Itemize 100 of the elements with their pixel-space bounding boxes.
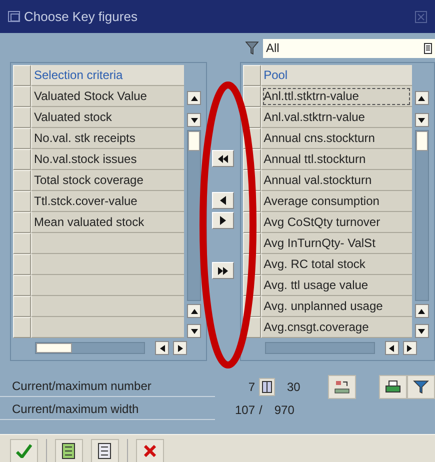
window-title: Choose Key figures	[24, 8, 138, 26]
arrow-down-icon	[190, 116, 199, 124]
scrollbar-track[interactable]	[414, 130, 429, 301]
scrollbar-thumb[interactable]	[188, 131, 200, 151]
column-header[interactable]: Pool	[260, 65, 412, 86]
counter-label: Current/maximum number	[0, 376, 215, 397]
cancel-button[interactable]	[136, 439, 164, 462]
arrow-left-icon	[220, 196, 226, 205]
header-selector[interactable]	[13, 65, 31, 86]
table-cell[interactable]: No.val.stock issues	[31, 149, 184, 170]
table-cell[interactable]: Valuated stock	[31, 107, 184, 128]
scroll-up-button[interactable]	[187, 304, 202, 318]
counter-value: 970	[274, 402, 294, 418]
scroll-down-button[interactable]	[414, 113, 429, 127]
arrow-left-icon	[158, 344, 166, 352]
confirm-button[interactable]	[10, 439, 38, 462]
row-selector[interactable]	[13, 212, 31, 233]
move-all-right-button[interactable]	[212, 262, 234, 279]
column-header[interactable]: Selection criteria	[31, 65, 184, 86]
counter-value: 30	[287, 378, 300, 396]
counter-value: 107	[234, 402, 255, 418]
scroll-right-button[interactable]	[402, 341, 417, 355]
table-cell[interactable]: Anl.ttl.stktrn-value	[260, 86, 412, 107]
table-cell[interactable]: Avg. ttl usage value	[260, 275, 412, 296]
layout-icon	[334, 380, 350, 394]
counter-label: Current/maximum width	[0, 399, 215, 420]
row-selector[interactable]	[13, 233, 31, 254]
scroll-down-button[interactable]	[187, 113, 202, 127]
row-selector[interactable]	[13, 128, 31, 149]
table-cell[interactable]: Mean valuated stock	[31, 212, 184, 233]
scrollbar-thumb[interactable]	[36, 343, 72, 353]
move-all-left-button[interactable]	[212, 150, 234, 167]
table-cell[interactable]: Avg. unplanned usage	[260, 296, 412, 317]
arrow-up-icon	[190, 306, 199, 316]
move-left-button[interactable]	[212, 192, 234, 209]
scroll-up-button[interactable]	[414, 304, 429, 318]
table-cell[interactable]: Average consumption	[260, 191, 412, 212]
arrow-down-icon	[417, 116, 426, 124]
row-selector[interactable]	[242, 86, 261, 107]
printer-icon	[385, 380, 401, 394]
row-selector[interactable]	[13, 107, 31, 128]
deselect-all-button[interactable]	[91, 439, 119, 462]
arrow-right-icon	[220, 216, 226, 225]
filter-icon	[413, 380, 429, 394]
row-selector[interactable]	[13, 191, 31, 212]
arrow-up-icon	[417, 306, 426, 316]
layout-button[interactable]	[328, 374, 356, 398]
header-selector[interactable]	[242, 65, 261, 86]
window-icon	[8, 11, 20, 22]
table-cell[interactable]: Annual cns.stockturn	[260, 128, 412, 149]
scroll-down-button[interactable]	[414, 324, 429, 338]
scroll-down-button[interactable]	[187, 324, 202, 338]
column-width-button[interactable]	[259, 378, 275, 396]
row-selector[interactable]	[13, 86, 31, 107]
row-selector[interactable]	[13, 254, 31, 275]
filter-field[interactable]: All	[263, 38, 435, 58]
table-cell[interactable]: Annual val.stockturn	[260, 170, 412, 191]
row-selector[interactable]	[13, 296, 31, 317]
arrow-down-icon	[190, 326, 199, 336]
list-icon	[62, 443, 76, 459]
scroll-up-button[interactable]	[187, 91, 202, 105]
scroll-left-button[interactable]	[384, 341, 399, 355]
checkmark-icon	[16, 444, 32, 458]
list-icon	[98, 443, 112, 459]
counter-value: 7	[247, 378, 255, 396]
filter-button[interactable]	[407, 374, 435, 398]
scroll-left-button[interactable]	[155, 341, 169, 355]
table-cell[interactable]: Avg CoStQty turnover	[260, 212, 412, 233]
scroll-right-button[interactable]	[173, 341, 187, 355]
table-cell[interactable]: Ttl.stck.cover-value	[31, 191, 184, 212]
select-all-button[interactable]	[55, 439, 83, 462]
row-selector[interactable]	[13, 275, 31, 296]
row-selector[interactable]	[13, 170, 31, 191]
arrow-right-icon	[176, 344, 184, 352]
table-cell[interactable]: Annual ttl.stockturn	[260, 149, 412, 170]
arrow-right-icon	[405, 344, 414, 352]
table-cell[interactable]: Valuated Stock Value	[31, 86, 184, 107]
scrollbar-thumb[interactable]	[416, 131, 428, 151]
row-selector[interactable]	[13, 149, 31, 170]
columns-icon	[262, 380, 272, 392]
table-cell[interactable]: Avg.cnsgt.coverage	[260, 317, 412, 338]
scrollbar-track[interactable]	[35, 342, 145, 354]
filter-icon	[245, 41, 259, 55]
move-right-button[interactable]	[212, 212, 234, 229]
dropdown-icon	[424, 42, 432, 54]
table-cell[interactable]: Avg. RC total stock	[260, 254, 412, 275]
table-cell[interactable]: Anl.val.stktrn-value	[260, 107, 412, 128]
table-cell[interactable]: No.val. stk receipts	[31, 128, 184, 149]
table-cell[interactable]: Avg InTurnQty- ValSt	[260, 233, 412, 254]
print-button[interactable]	[379, 374, 407, 398]
arrow-down-icon	[417, 326, 426, 336]
arrow-up-icon	[190, 94, 199, 102]
close-icon	[144, 445, 156, 457]
arrow-left-icon	[387, 344, 396, 352]
scrollbar-track[interactable]	[187, 130, 202, 301]
separator-text: /	[259, 402, 262, 418]
scrollbar-track[interactable]	[264, 342, 375, 354]
table-cell[interactable]: Total stock coverage	[31, 170, 184, 191]
scroll-up-button[interactable]	[414, 91, 429, 105]
row-selector[interactable]	[13, 317, 31, 338]
